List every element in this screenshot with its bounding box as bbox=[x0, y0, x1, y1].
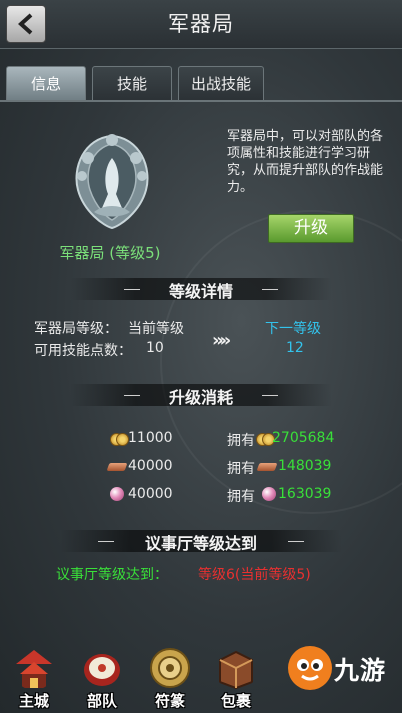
building-name: 军器局 (等级5) bbox=[59, 244, 161, 262]
bag-icon bbox=[219, 650, 253, 690]
wood-plank-icon bbox=[256, 463, 278, 471]
owned-value: 148039 bbox=[278, 458, 332, 474]
cost-value: 40000 bbox=[128, 486, 173, 502]
owned-value: 163039 bbox=[278, 486, 332, 502]
cost-value: 11000 bbox=[128, 430, 173, 446]
nav-talismans[interactable]: 符篆 bbox=[138, 640, 202, 713]
page-title: 军器局 bbox=[168, 12, 234, 36]
spirit-orb-icon bbox=[110, 487, 124, 501]
copper-coin-icon bbox=[110, 432, 129, 446]
owned-label: 拥有 bbox=[227, 461, 255, 477]
nav-label: 包裹 bbox=[220, 692, 251, 710]
copper-coin-icon bbox=[256, 432, 275, 446]
current-skill-points: 10 bbox=[146, 340, 164, 356]
section-title: 等级详情 bbox=[168, 282, 233, 301]
talisman-icon bbox=[150, 648, 190, 688]
palace-icon bbox=[16, 650, 52, 688]
owned-value: 2705684 bbox=[272, 430, 335, 446]
nav-main-city[interactable]: 主城 bbox=[2, 640, 66, 713]
armory-emblem-icon bbox=[75, 134, 149, 230]
skill-points-label: 可用技能点数： bbox=[34, 343, 132, 359]
spirit-orb-icon bbox=[262, 487, 276, 501]
tab-divider bbox=[0, 100, 402, 102]
drum-icon bbox=[84, 654, 120, 686]
watermark-text: 九游 bbox=[334, 656, 387, 685]
next-level-label: 下一等级 bbox=[265, 321, 321, 337]
section-title: 升级消耗 bbox=[168, 388, 233, 407]
header-bar: 军器局 bbox=[0, 0, 402, 49]
nav-bag[interactable]: 包裹 bbox=[204, 640, 268, 713]
next-arrow-icon: »» bbox=[212, 330, 231, 351]
section-requirement: 议事厅等级达到 bbox=[0, 528, 402, 553]
tab-skills[interactable]: 技能 bbox=[92, 66, 172, 102]
next-skill-points: 12 bbox=[286, 340, 304, 356]
cost-value: 40000 bbox=[128, 458, 173, 474]
nav-label: 部队 bbox=[86, 692, 117, 710]
nav-label: 主城 bbox=[18, 692, 49, 710]
current-level-label: 当前等级 bbox=[128, 321, 184, 337]
section-level-details: 等级详情 bbox=[0, 276, 402, 301]
owned-label: 拥有 bbox=[227, 433, 255, 449]
building-level-label: 军器局等级： bbox=[34, 321, 118, 337]
nav-troops[interactable]: 部队 bbox=[70, 640, 134, 713]
section-title: 议事厅等级达到 bbox=[144, 534, 257, 553]
upgrade-button[interactable]: 升级 bbox=[268, 214, 354, 243]
tab-info[interactable]: 信息 bbox=[6, 66, 86, 102]
building-description: 军器局中，可以对部队的各项属性和技能进行学习研究，从而提升部队的作战能力。 bbox=[227, 129, 384, 195]
wood-plank-icon bbox=[106, 463, 128, 471]
requirement-value: 等级6(当前等级5) bbox=[198, 567, 311, 583]
requirement-label: 议事厅等级达到： bbox=[56, 567, 168, 583]
tab-battle-skills[interactable]: 出战技能 bbox=[178, 66, 264, 102]
section-upgrade-cost: 升级消耗 bbox=[0, 382, 402, 407]
nav-label: 符篆 bbox=[154, 692, 185, 710]
owned-label: 拥有 bbox=[227, 489, 255, 505]
